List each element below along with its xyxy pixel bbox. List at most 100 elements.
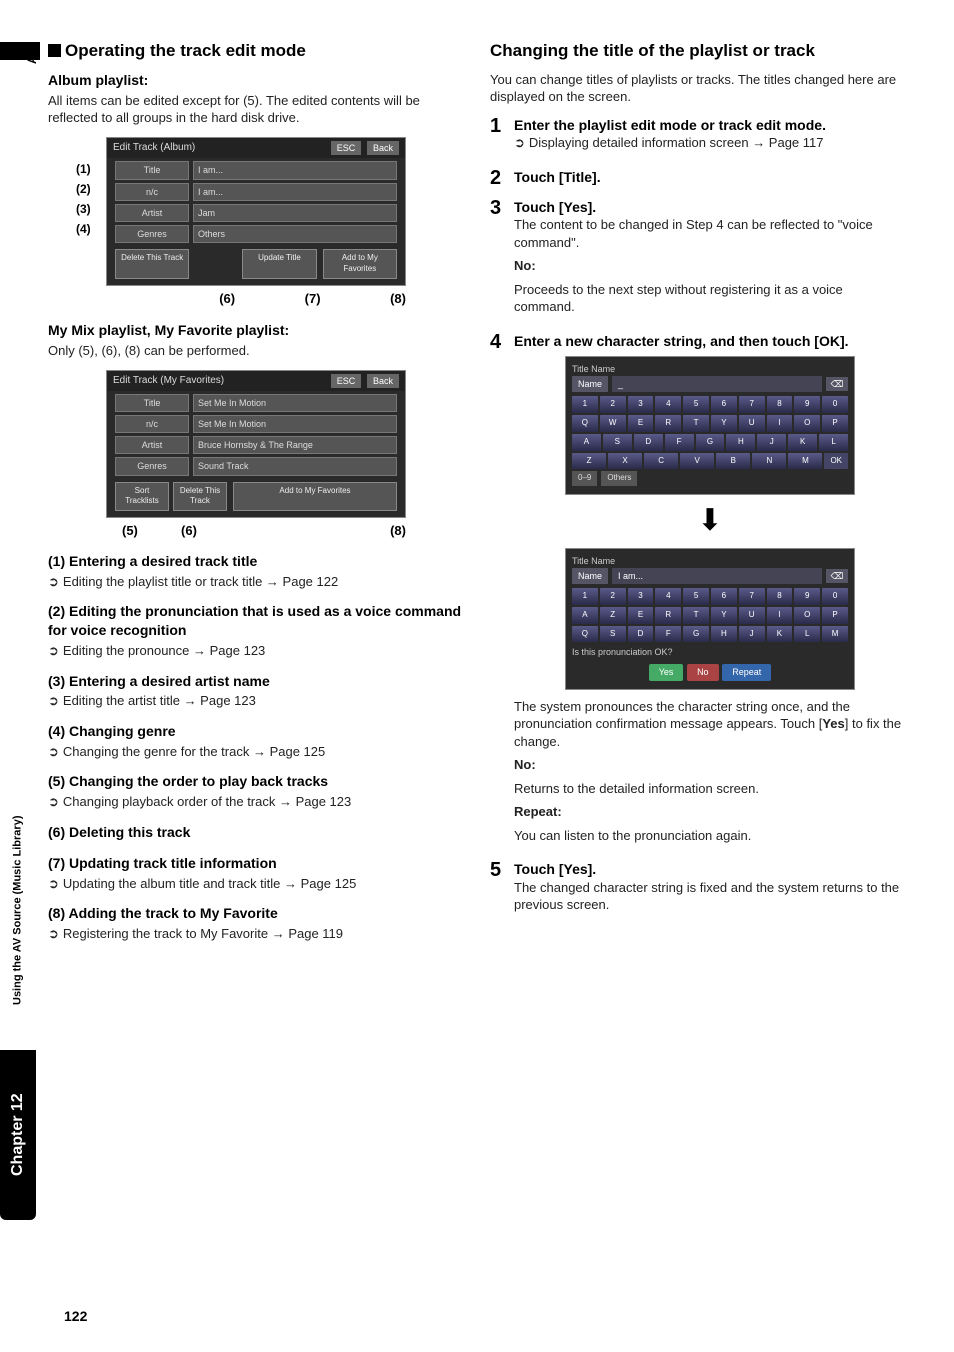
no-button[interactable]: No bbox=[687, 664, 719, 680]
item-head: (5) Changing the order to play back trac… bbox=[48, 772, 464, 791]
kb-name-value[interactable]: _ bbox=[612, 376, 822, 392]
keyboard-key[interactable]: 0 bbox=[822, 396, 848, 413]
add-favorites-button[interactable]: Add to My Favorites bbox=[323, 249, 397, 279]
keyboard-key[interactable]: 8 bbox=[767, 396, 793, 413]
keyboard-key[interactable]: 7 bbox=[739, 588, 765, 605]
row-value: Jam bbox=[193, 204, 397, 222]
keyboard-key[interactable]: J bbox=[739, 626, 765, 643]
keyboard-key[interactable]: K bbox=[767, 626, 793, 643]
keyboard-key[interactable]: A bbox=[572, 434, 601, 451]
keyboard-key[interactable]: S bbox=[603, 434, 632, 451]
keyboard-key[interactable]: 4 bbox=[655, 588, 681, 605]
keyboard-key[interactable]: E bbox=[628, 607, 654, 624]
row-label[interactable]: Genres bbox=[115, 225, 189, 243]
esc-button[interactable]: ESC bbox=[331, 374, 362, 388]
add-favorites-button[interactable]: Add to My Favorites bbox=[233, 482, 397, 512]
row-label[interactable]: Artist bbox=[115, 204, 189, 222]
keyboard-key[interactable]: U bbox=[739, 415, 765, 432]
row-label[interactable]: Title bbox=[115, 161, 189, 179]
keyboard-key[interactable]: 5 bbox=[683, 588, 709, 605]
keyboard-key[interactable]: M bbox=[822, 626, 848, 643]
keyboard-key[interactable]: N bbox=[752, 453, 786, 470]
row-label: Genres bbox=[115, 457, 189, 475]
keyboard-key[interactable]: M bbox=[788, 453, 822, 470]
keyboard-key[interactable]: F bbox=[665, 434, 694, 451]
keyboard-key[interactable]: 2 bbox=[600, 396, 626, 413]
keyboard-key[interactable]: V bbox=[680, 453, 714, 470]
keyboard-key[interactable]: 7 bbox=[739, 396, 765, 413]
keyboard-key[interactable]: F bbox=[655, 626, 681, 643]
kb-name-label: Name bbox=[572, 376, 608, 392]
keyboard-key[interactable]: A bbox=[572, 607, 598, 624]
step-head: Enter a new character string, and then t… bbox=[514, 332, 906, 350]
keyboard-key[interactable]: 4 bbox=[655, 396, 681, 413]
kb-title: Title Name bbox=[572, 363, 848, 375]
backspace-icon[interactable]: ⌫ bbox=[826, 569, 848, 583]
keyboard-key[interactable]: I bbox=[767, 415, 793, 432]
keyboard-key[interactable]: 6 bbox=[711, 588, 737, 605]
keyboard-key[interactable]: T bbox=[683, 415, 709, 432]
kb-name-value[interactable]: I am... bbox=[612, 568, 822, 584]
kb-foot-others[interactable]: Others bbox=[601, 471, 637, 486]
keyboard-key[interactable]: G bbox=[696, 434, 725, 451]
keyboard-key[interactable]: Y bbox=[711, 607, 737, 624]
keyboard-key[interactable]: H bbox=[711, 626, 737, 643]
delete-track-button[interactable]: Delete This Track bbox=[173, 482, 227, 512]
row-value: Set Me In Motion bbox=[193, 415, 397, 433]
ok-button[interactable]: OK bbox=[824, 453, 848, 470]
keyboard-key[interactable]: K bbox=[788, 434, 817, 451]
keyboard-key[interactable]: 3 bbox=[628, 396, 654, 413]
keyboard-key[interactable]: 9 bbox=[794, 588, 820, 605]
keyboard-key[interactable]: 6 bbox=[711, 396, 737, 413]
keyboard-key[interactable]: O bbox=[794, 415, 820, 432]
keyboard-key[interactable]: P bbox=[822, 607, 848, 624]
keyboard-key[interactable]: 8 bbox=[767, 588, 793, 605]
keyboard-key[interactable]: D bbox=[628, 626, 654, 643]
mix-playlist-head: My Mix playlist, My Favorite playlist: bbox=[48, 321, 464, 340]
keyboard-key[interactable]: I bbox=[767, 607, 793, 624]
keyboard-key[interactable]: S bbox=[600, 626, 626, 643]
keyboard-key[interactable]: X bbox=[608, 453, 642, 470]
keyboard-key[interactable]: L bbox=[819, 434, 848, 451]
keyboard-key[interactable]: R bbox=[655, 415, 681, 432]
keyboard-key[interactable]: J bbox=[757, 434, 786, 451]
back-button[interactable]: Back bbox=[367, 374, 399, 388]
keyboard-key[interactable]: 1 bbox=[572, 396, 598, 413]
keyboard-key[interactable]: E bbox=[628, 415, 654, 432]
keyboard-key[interactable]: 1 bbox=[572, 588, 598, 605]
keyboard-key[interactable]: 0 bbox=[822, 588, 848, 605]
delete-track-button[interactable]: Delete This Track bbox=[115, 249, 189, 279]
keyboard-key[interactable]: D bbox=[634, 434, 663, 451]
backspace-icon[interactable]: ⌫ bbox=[826, 377, 848, 391]
esc-button[interactable]: ESC bbox=[331, 141, 362, 155]
keyboard-key[interactable]: 2 bbox=[600, 588, 626, 605]
keyboard-key[interactable]: 5 bbox=[683, 396, 709, 413]
keyboard-key[interactable]: Q bbox=[572, 415, 598, 432]
keyboard-key[interactable]: H bbox=[726, 434, 755, 451]
keyboard-key[interactable]: G bbox=[683, 626, 709, 643]
kb-foot-09[interactable]: 0–9 bbox=[572, 471, 597, 486]
keyboard-key[interactable]: 9 bbox=[794, 396, 820, 413]
sort-tracklists-button[interactable]: Sort Tracklists bbox=[115, 482, 169, 512]
yes-button[interactable]: Yes bbox=[649, 664, 684, 680]
keyboard-key[interactable]: W bbox=[600, 415, 626, 432]
step-5: 5 Touch [Yes]. The changed character str… bbox=[490, 860, 906, 919]
keyboard-key[interactable]: R bbox=[655, 607, 681, 624]
update-title-button[interactable]: Update Title bbox=[242, 249, 316, 279]
back-button[interactable]: Back bbox=[367, 141, 399, 155]
keyboard-key[interactable]: Z bbox=[572, 453, 606, 470]
keyboard-key[interactable]: Y bbox=[711, 415, 737, 432]
row-label[interactable]: n/c bbox=[115, 183, 189, 201]
item-body: Registering the track to My Favorite → P… bbox=[48, 925, 464, 943]
keyboard-key[interactable]: Z bbox=[600, 607, 626, 624]
keyboard-key[interactable]: C bbox=[644, 453, 678, 470]
keyboard-key[interactable]: O bbox=[794, 607, 820, 624]
keyboard-key[interactable]: L bbox=[794, 626, 820, 643]
keyboard-key[interactable]: T bbox=[683, 607, 709, 624]
keyboard-key[interactable]: P bbox=[822, 415, 848, 432]
keyboard-key[interactable]: U bbox=[739, 607, 765, 624]
repeat-button[interactable]: Repeat bbox=[722, 664, 771, 680]
keyboard-key[interactable]: 3 bbox=[628, 588, 654, 605]
keyboard-key[interactable]: Q bbox=[572, 626, 598, 643]
keyboard-key[interactable]: B bbox=[716, 453, 750, 470]
